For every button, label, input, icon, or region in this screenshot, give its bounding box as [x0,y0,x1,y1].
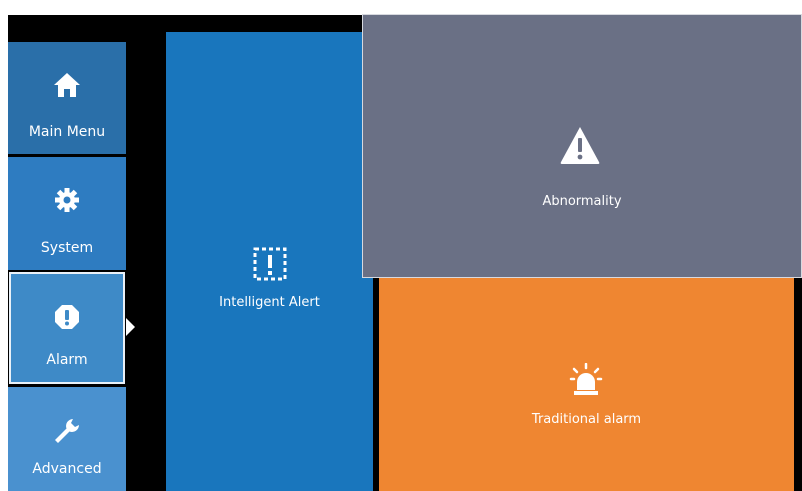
tile-label: Intelligent Alert [219,295,320,310]
wrench-icon [53,417,81,449]
left-edge-strip [0,15,8,491]
sidebar-item-system[interactable]: System [8,157,126,270]
alarm-exclamation-icon [54,304,80,334]
abnormality-tile[interactable]: Abnormality [362,14,802,278]
tile-label: Traditional alarm [531,412,642,427]
tile-label: Abnormality [542,194,622,209]
home-icon [53,72,81,102]
warning-triangle-icon [559,125,601,169]
gear-icon [54,187,80,217]
intelligent-alert-icon [252,246,288,286]
sidebar-item-label: Main Menu [28,124,106,140]
intelligent-alert-tile[interactable]: Intelligent Alert [166,32,373,491]
sidebar-item-advanced[interactable]: Advanced [8,387,126,491]
sidebar-item-label: System [40,240,94,256]
selected-pointer [126,318,135,336]
sidebar-item-alarm[interactable]: Alarm [9,272,125,384]
top-bar [0,0,802,15]
sidebar-item-label: Advanced [32,461,102,477]
sidebar-item-label: Alarm [46,352,88,368]
traditional-alarm-tile[interactable]: Traditional alarm [379,278,794,491]
siren-icon [569,362,603,401]
sidebar-item-main-menu[interactable]: Main Menu [8,42,126,154]
